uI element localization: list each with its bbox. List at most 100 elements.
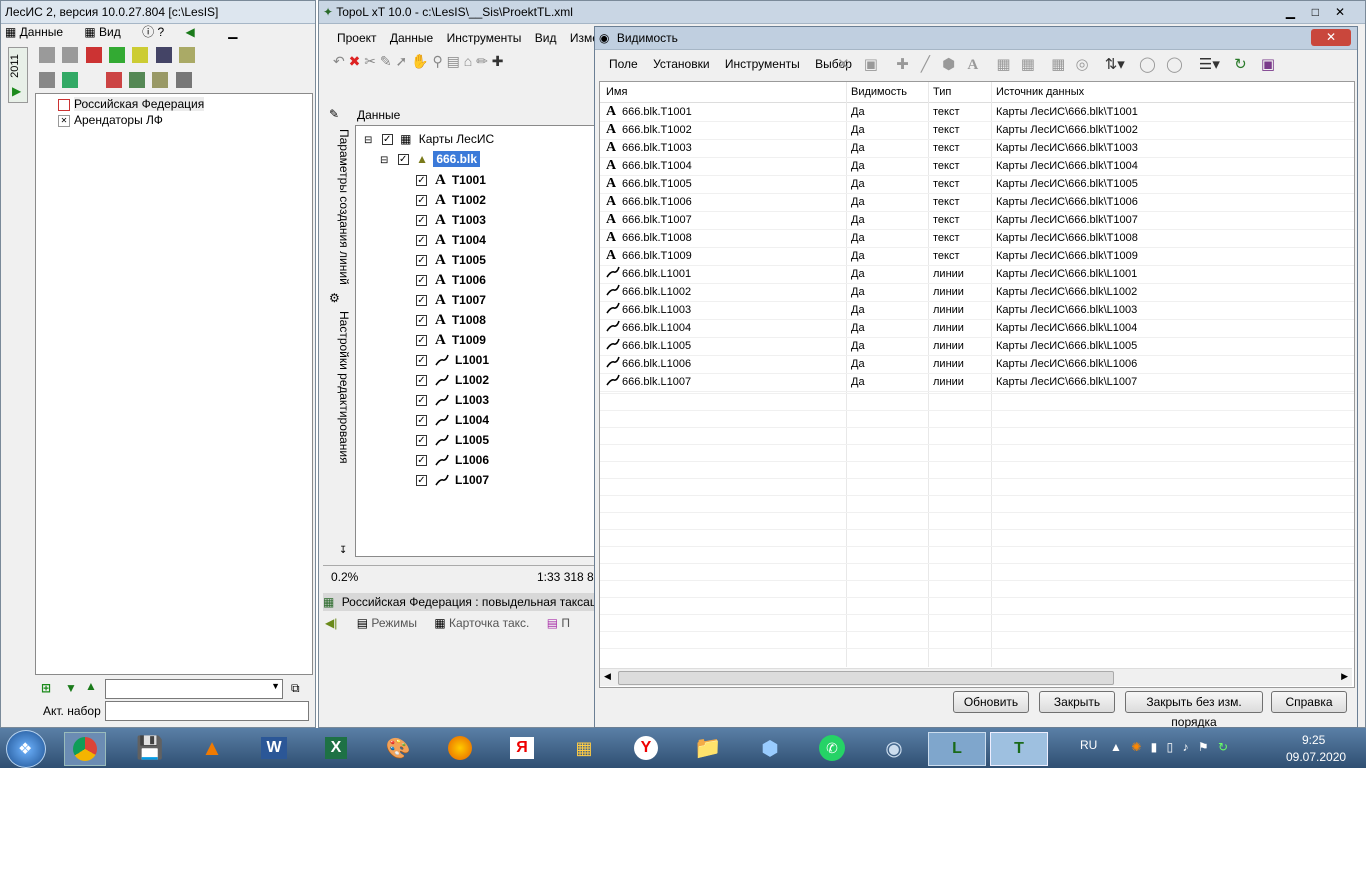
layer-checkbox[interactable]: ✓ xyxy=(416,414,427,426)
stop-icon[interactable]: ✖ xyxy=(349,53,361,69)
maximize-button[interactable]: □ xyxy=(1312,1,1319,23)
undo-icon[interactable]: ↶ xyxy=(333,53,345,69)
group-checkbox[interactable]: ✓ xyxy=(397,154,409,166)
excel-icon[interactable]: X xyxy=(316,732,356,764)
properties-icon[interactable]: ▣ xyxy=(864,56,878,73)
move-up-icon[interactable]: ▲ xyxy=(85,679,97,693)
firefox-icon[interactable] xyxy=(440,732,480,764)
tree-item-renters[interactable]: ✕ Арендаторы ЛФ xyxy=(58,113,163,127)
layer-checkbox[interactable]: ✓ xyxy=(416,454,427,466)
set-select[interactable]: ▼ xyxy=(105,679,283,699)
language-indicator[interactable]: RU xyxy=(1080,738,1097,752)
table-row[interactable]: 666.blk.L1003 Да линии Карты ЛесИС\666.blk\… xyxy=(600,302,1354,320)
tab-p[interactable]: ▤ П xyxy=(547,616,570,630)
menu-tools[interactable]: Инструменты xyxy=(447,31,522,45)
hand-icon[interactable]: ✋ xyxy=(411,53,428,69)
back-icon[interactable]: ◀| xyxy=(325,616,337,630)
yandex-icon[interactable]: Я xyxy=(502,732,542,764)
volume-icon[interactable]: ♪ xyxy=(1183,740,1189,754)
toolbar-icon-1[interactable] xyxy=(39,47,55,63)
tree-root[interactable]: ⊟ ✓ ▦ Карты ЛесИС xyxy=(364,132,494,146)
layer-tree-item[interactable]: ✓ L1002 xyxy=(416,370,489,390)
layer-checkbox[interactable]: ✓ xyxy=(416,374,427,386)
table-row[interactable]: A 666.blk.T1001 Да текст Карты ЛесИС\666.blk… xyxy=(600,104,1354,122)
table-row[interactable]: 666.blk.L1004 Да линии Карты ЛесИС\666.blk\… xyxy=(600,320,1354,338)
word-icon[interactable]: W xyxy=(254,732,294,764)
layers-menu-icon[interactable]: ☰▾ xyxy=(1199,56,1220,73)
clock-time[interactable]: 9:25 xyxy=(1302,733,1325,747)
table-row[interactable]: A 666.blk.T1008 Да текст Карты ЛесИС\666.blk… xyxy=(600,230,1354,248)
tray-expand-icon[interactable]: ▲ xyxy=(1110,740,1122,754)
layer-tree-item[interactable]: ✓ A T1002 xyxy=(416,190,489,210)
add-point-icon[interactable]: ✚ xyxy=(896,56,909,73)
layer-checkbox[interactable]: ✓ xyxy=(416,434,427,446)
menu-tools[interactable]: Инструменты xyxy=(725,57,800,71)
layer-icon-1[interactable]: ▦ xyxy=(996,56,1010,73)
layer-tree-item[interactable]: ✓ L1006 xyxy=(416,450,489,470)
table-row[interactable]: A 666.blk.T1007 Да текст Карты ЛесИС\666.blk… xyxy=(600,212,1354,230)
line-tool-icon[interactable]: ➚ xyxy=(396,53,408,69)
menu-project[interactable]: Проект xyxy=(337,31,377,45)
list-icon[interactable] xyxy=(155,47,172,63)
table-row[interactable]: A 666.blk.T1002 Да текст Карты ЛесИС\666.blk… xyxy=(600,122,1354,140)
tab-modes[interactable]: ▤ Режимы xyxy=(357,616,417,630)
expand-down-icon[interactable]: ↧ xyxy=(339,545,347,556)
col-type[interactable]: Тип xyxy=(933,86,951,98)
layer-tree-item[interactable]: ✓ L1003 xyxy=(416,390,489,410)
toolbar-icon-6[interactable] xyxy=(39,72,55,88)
layer-checkbox[interactable]: ✓ xyxy=(416,174,427,186)
table-row[interactable]: 666.blk.L1005 Да линии Карты ЛесИС\666.blk\… xyxy=(600,338,1354,356)
library-icon[interactable]: ▦ xyxy=(564,732,604,764)
battery-icon[interactable]: ▯ xyxy=(1167,740,1174,754)
cube-app-icon[interactable]: ⬢ xyxy=(750,732,790,764)
avast-icon[interactable]: ✺ xyxy=(1131,740,1141,754)
layer-checkbox[interactable]: ✓ xyxy=(416,294,427,306)
layer-tree-item[interactable]: ✓ A T1003 xyxy=(416,210,489,230)
layer-tree-item[interactable]: ✓ L1001 xyxy=(416,350,489,370)
layer-tree-item[interactable]: ✓ A T1005 xyxy=(416,250,489,270)
network-app-icon[interactable]: ◉ xyxy=(874,732,914,764)
toolbar-icon-3[interactable] xyxy=(85,47,102,63)
layer-checkbox[interactable]: ✓ xyxy=(416,334,427,346)
act-set-input[interactable] xyxy=(105,701,309,721)
brush-icon[interactable]: ✎ xyxy=(380,53,392,69)
book-icon[interactable]: ▣ xyxy=(1261,56,1275,73)
minimize-panel-icon[interactable]: ▁ xyxy=(228,25,237,39)
signal-icon[interactable]: ▮ xyxy=(1151,740,1158,754)
refresh-button[interactable]: Обновить xyxy=(953,691,1029,713)
pencil-icon[interactable] xyxy=(179,47,196,63)
grid-view-icon[interactable]: ▦ xyxy=(1051,56,1065,73)
tree-item-russia[interactable]: Российская Федерация xyxy=(58,97,205,111)
menu-data[interactable]: ▦ Данные xyxy=(5,25,63,39)
table-row[interactable]: A 666.blk.T1003 Да текст Карты ЛесИС\666.blk… xyxy=(600,140,1354,158)
globe-icon[interactable]: ◎ xyxy=(1075,56,1088,73)
layer-tree-item[interactable]: ✓ A T1001 xyxy=(416,170,489,190)
paint-icon[interactable]: 🎨 xyxy=(378,732,418,764)
layer-tree-item[interactable]: ✓ L1004 xyxy=(416,410,489,430)
layer-tree-item[interactable]: ✓ L1007 xyxy=(416,470,489,490)
close-button[interactable]: ✕ xyxy=(1335,1,1345,23)
vlc-icon[interactable]: ▲ xyxy=(192,732,232,764)
close-no-reorder-button[interactable]: Закрыть без изм. порядка xyxy=(1125,691,1263,729)
explorer-icon[interactable]: 📁 xyxy=(688,732,728,764)
bulb-off-icon[interactable]: ◯ xyxy=(1139,56,1156,73)
sort-icon[interactable]: ⇅▾ xyxy=(1105,56,1125,73)
toolbar-icon-8[interactable] xyxy=(105,72,122,88)
refresh-icon[interactable]: ↻ xyxy=(1234,56,1247,73)
clock-date[interactable]: 09.07.2020 xyxy=(1286,750,1346,764)
layer-checkbox[interactable]: ✓ xyxy=(416,474,427,486)
layer-checkbox[interactable]: ✓ xyxy=(416,354,427,366)
save-floppy-icon[interactable]: 💾 xyxy=(130,732,170,764)
scroll-thumb[interactable] xyxy=(618,671,1114,685)
copy-icon[interactable]: ⧉ xyxy=(291,681,300,696)
layer-tree-item[interactable]: ✓ A T1009 xyxy=(416,330,489,350)
add-line-icon[interactable]: ╱ xyxy=(921,56,930,73)
layer-tree-item[interactable]: ✓ L1005 xyxy=(416,430,489,450)
cut-icon[interactable]: ✂ xyxy=(364,53,376,69)
tab-card[interactable]: ▦ Карточка такс. xyxy=(434,616,529,630)
col-name[interactable]: Имя xyxy=(606,86,627,98)
yandex-browser-icon[interactable]: Y xyxy=(626,732,666,764)
toolbar-icon-4[interactable] xyxy=(109,47,126,63)
delete-icon[interactable]: ✕ xyxy=(837,56,850,73)
table-row[interactable]: A 666.blk.T1009 Да текст Карты ЛесИС\666.blk… xyxy=(600,248,1354,266)
